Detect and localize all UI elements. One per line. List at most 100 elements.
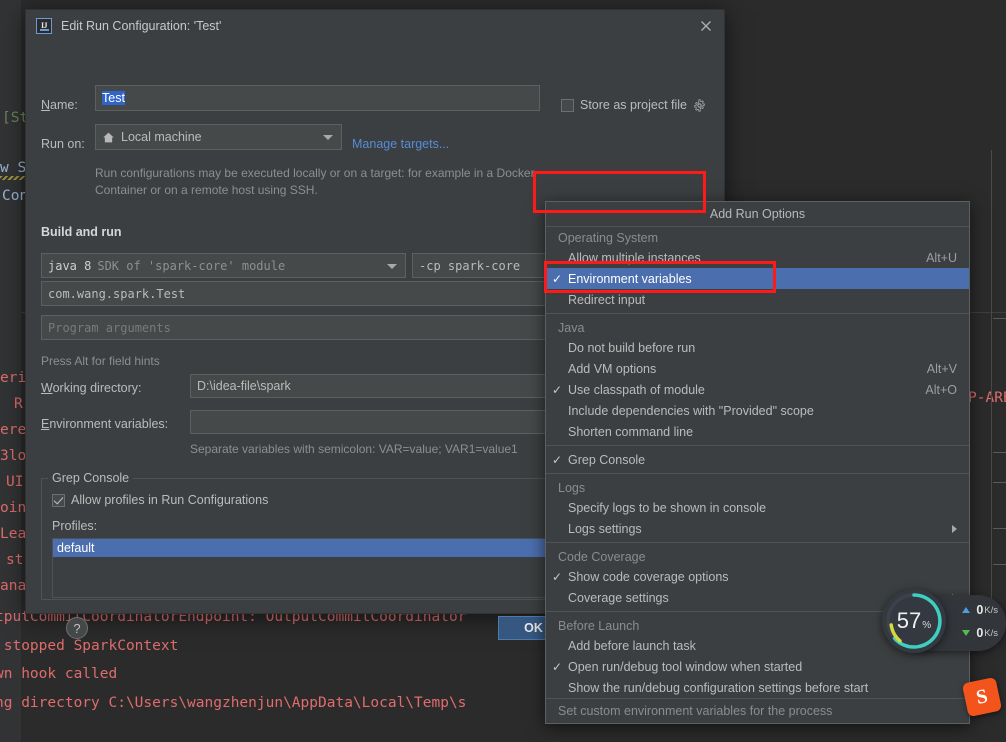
bg-console-fragment: ana: [0, 578, 26, 594]
system-monitor-widget[interactable]: 0 K/s 0 K/s 57%: [882, 589, 1006, 657]
allow-profiles-checkbox[interactable]: Allow profiles in Run Configurations: [52, 493, 268, 507]
bg-console-fragment: eri: [0, 370, 26, 386]
check-icon: ✓: [546, 453, 568, 467]
chevron-right-icon: [952, 525, 957, 533]
menu-item[interactable]: ✓Grep Console: [546, 449, 969, 470]
chevron-down-icon: [387, 264, 397, 269]
menu-item-label: Logs settings: [568, 522, 944, 536]
menu-item-label: Allow multiple instances: [568, 251, 916, 265]
console-line: wn hook called: [0, 666, 117, 682]
menu-footer: Set custom environment variables for the…: [546, 698, 969, 723]
upload-speed-value: 0: [976, 603, 983, 617]
home-icon: [102, 131, 115, 144]
jre-value-bold: java 8: [48, 259, 91, 273]
download-speed-row: 0 K/s: [962, 626, 998, 640]
classpath-value: -cp spark-core: [419, 259, 520, 273]
arrow-up-icon: [962, 607, 970, 613]
menu-item-label: Environment variables: [568, 272, 957, 286]
menu-item-shortcut: Alt+V: [927, 362, 957, 376]
menu-item[interactable]: ✓Environment variables: [546, 268, 969, 289]
menu-item[interactable]: Logs settings: [546, 518, 969, 539]
gear-icon[interactable]: [693, 99, 706, 112]
cpu-usage-value: 57: [897, 608, 921, 634]
menu-item[interactable]: Redirect input: [546, 289, 969, 310]
menu-item-label: Shorten command line: [568, 425, 957, 439]
scrollbar-marker: [993, 318, 1006, 319]
menu-group-label: Java: [546, 317, 969, 337]
console-line: stopped SparkContext: [0, 638, 178, 654]
menu-separator: [546, 313, 969, 314]
bg-console-fragment: P-ARE: [968, 390, 1006, 406]
menu-item-shortcut: Alt+U: [926, 251, 957, 265]
environment-variables-hint: Separate variables with semicolon: VAR=v…: [190, 442, 518, 456]
menu-item[interactable]: Include dependencies with "Provided" sco…: [546, 400, 969, 421]
menu-item-label: Specify logs to be shown in console: [568, 501, 957, 515]
cpu-usage-percent-symbol: %: [922, 620, 931, 631]
check-icon: ✓: [546, 660, 568, 674]
check-icon: ✓: [546, 272, 568, 286]
menu-group-label: Operating System: [546, 227, 969, 247]
upload-speed-unit: K/s: [984, 605, 998, 616]
menu-item[interactable]: Specify logs to be shown in console: [546, 497, 969, 518]
bg-console-fragment: R: [14, 396, 23, 412]
dialog-title: Edit Run Configuration: 'Test': [61, 19, 221, 33]
bg-console-fragment: 3lo: [0, 448, 26, 464]
bg-console-fragment: ere: [0, 422, 26, 438]
menu-item-label: Include dependencies with "Provided" sco…: [568, 404, 957, 418]
menu-item-label: Grep Console: [568, 453, 957, 467]
check-icon: ✓: [546, 383, 568, 397]
menu-item[interactable]: Add VM options Alt+V: [546, 358, 969, 379]
name-input[interactable]: Test: [95, 85, 540, 111]
manage-targets-link[interactable]: Manage targets...: [352, 137, 449, 151]
dialog-titlebar: IJ Edit Run Configuration: 'Test': [26, 10, 724, 41]
run-on-description: Run configurations may be executed local…: [95, 165, 535, 199]
scrollbar-marker: [993, 482, 1006, 483]
menu-item[interactable]: Show the run/debug configuration setting…: [546, 677, 969, 698]
program-arguments-placeholder: Program arguments: [48, 321, 171, 335]
store-as-project-file-checkbox[interactable]: Store as project file: [561, 98, 706, 112]
scrollbar-marker: [993, 528, 1006, 529]
bg-console-fragment: UI: [6, 474, 23, 490]
bg-code-fragment: w S: [0, 160, 26, 176]
field-hints-text: Press Alt for field hints: [41, 354, 160, 368]
run-on-label: Run on:: [41, 137, 85, 151]
menu-item[interactable]: Allow multiple instances Alt+U: [546, 247, 969, 268]
menu-group-label: Code Coverage: [546, 546, 969, 566]
menu-item-shortcut: Alt+O: [925, 383, 957, 397]
bg-console-fragment: Lea: [0, 526, 26, 542]
scrollbar-marker: [993, 564, 1006, 565]
jre-select[interactable]: java 8 SDK of 'spark-core' module: [41, 253, 406, 278]
menu-item[interactable]: ✓Open run/debug tool window when started: [546, 656, 969, 677]
run-on-select[interactable]: Local machine: [95, 124, 342, 150]
menu-item-label: Add VM options: [568, 362, 917, 376]
scrollbar-marker: [993, 452, 1006, 453]
menu-item[interactable]: Do not build before run: [546, 337, 969, 358]
cpu-usage-dial[interactable]: 57%: [882, 589, 946, 653]
menu-separator: [546, 445, 969, 446]
menu-item[interactable]: ✓Use classpath of module Alt+O: [546, 379, 969, 400]
help-button[interactable]: ?: [66, 617, 88, 639]
menu-item-label: Redirect input: [568, 293, 957, 307]
menu-item[interactable]: Shorten command line: [546, 421, 969, 442]
grep-console-group-label: Grep Console: [48, 471, 133, 485]
checkbox-box: [561, 99, 574, 112]
arrow-down-icon: [962, 630, 970, 636]
menu-item[interactable]: ✓Show code coverage options: [546, 566, 969, 587]
editor-scrollbar[interactable]: [991, 150, 992, 610]
profiles-label: Profiles:: [52, 519, 97, 533]
sogou-tray-icon[interactable]: S: [962, 677, 1002, 717]
cpu-usage-text: 57%: [897, 608, 931, 634]
check-icon: ✓: [546, 570, 568, 584]
intellij-logo-icon: IJ: [36, 18, 52, 34]
download-speed-unit: K/s: [984, 628, 998, 639]
bg-console-fragment: st: [6, 552, 23, 568]
menu-item-label: Use classpath of module: [568, 383, 915, 397]
working-directory-label: Working directory:: [41, 381, 142, 395]
jre-value-rest: SDK of 'spark-core' module: [97, 259, 285, 273]
menu-group-label: Logs: [546, 477, 969, 497]
bg-console-fragment: oin: [0, 500, 26, 516]
name-label: Name:: [41, 98, 78, 112]
menu-item-label: Open run/debug tool window when started: [568, 660, 957, 674]
close-icon[interactable]: [698, 18, 714, 34]
build-and-run-title: Build and run: [41, 225, 122, 239]
